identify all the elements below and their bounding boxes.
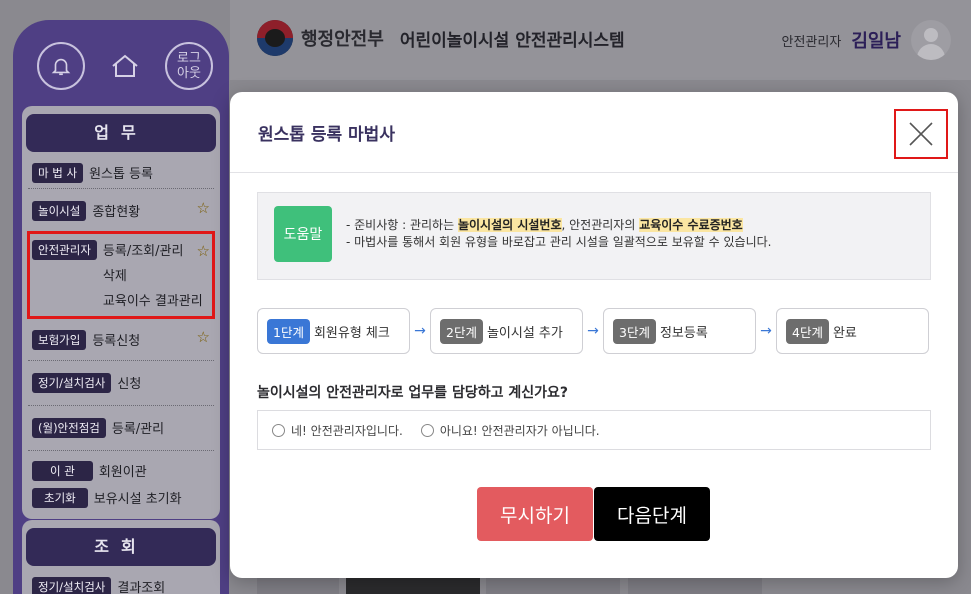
menu-tag: 정기/설치검사	[32, 577, 112, 594]
menu-link[interactable]: 삭제	[103, 265, 203, 284]
menu-item-safety-manager[interactable]: 안전관리자 등록/조회/관리 삭제 교육이수 결과관리 ☆	[27, 231, 215, 319]
help-text: - 준비사항 : 관리하는 놀이시설의 시설번호, 안전관리자의 교육이수 수료…	[346, 217, 771, 251]
view-menu: 조회 정기/설치검사 결과조회	[22, 520, 220, 594]
user-info: 안전관리자 김일남	[781, 20, 951, 60]
help-text-part: , 안전관리자의	[561, 218, 640, 232]
wizard-steps: 1단계 회원유형 체크 → 2단계 놀이시설 추가 → 3단계 정보등록 → 4…	[257, 308, 929, 354]
menu-item-reset[interactable]: 초기화 보유시설 초기화	[28, 486, 214, 513]
step-1: 1단계 회원유형 체크	[257, 308, 410, 354]
menu-link[interactable]: 회원이관	[99, 461, 147, 480]
step-3: 3단계 정보등록	[603, 308, 756, 354]
option-no[interactable]: 아니요! 안전관리자가 아닙니다.	[420, 422, 600, 439]
avatar[interactable]	[911, 20, 951, 60]
favorite-star-icon[interactable]: ☆	[197, 328, 210, 346]
help-highlight: 교육이수 수료증번호	[639, 218, 743, 232]
menu-tag: 초기화	[32, 488, 88, 508]
wizard-modal: 원스톱 등록 마법사 도움말 - 준비사항 : 관리하는 놀이시설의 시설번호,…	[230, 92, 958, 578]
work-menu: 업무 마 법 사 원스톱 등록 놀이시설 종합현황 ☆ 안전관리자 등록/조회/…	[22, 106, 220, 519]
bell-icon[interactable]	[37, 42, 85, 90]
option-yes[interactable]: 네! 안전관리자입니다.	[272, 422, 403, 439]
logout-button[interactable]: 로그 아웃	[165, 42, 213, 90]
menu-tag: 이 관	[32, 461, 93, 481]
ignore-button[interactable]: 무시하기	[477, 487, 593, 541]
system-name: 어린이놀이시설 안전관리시스템	[399, 30, 625, 51]
modal-divider	[230, 172, 958, 173]
user-role: 안전관리자	[781, 34, 842, 50]
favorite-star-icon[interactable]: ☆	[197, 242, 210, 260]
menu-tag: 안전관리자	[32, 240, 97, 260]
answer-options: 네! 안전관리자입니다. 아니요! 안전관리자가 아닙니다.	[257, 410, 931, 450]
menu-item-wizard[interactable]: 마 법 사 원스톱 등록	[28, 158, 214, 189]
help-text-part: - 준비사항 : 관리하는	[346, 218, 458, 232]
question-text: 놀이시설의 안전관리자로 업무를 담당하고 계신가요?	[257, 385, 568, 401]
menu-item-inspection[interactable]: 정기/설치검사 신청	[28, 361, 214, 406]
ministry-name: 행정안전부	[301, 29, 384, 50]
menu-item-insurance[interactable]: 보험가입 등록신청 ☆	[28, 318, 214, 361]
arrow-right-icon: →	[587, 323, 599, 339]
step-2: 2단계 놀이시설 추가	[430, 308, 583, 354]
background-card	[486, 576, 620, 594]
option-yes-label: 네! 안전관리자입니다.	[291, 423, 403, 438]
step-label: 완료	[832, 325, 857, 341]
menu-item-monthly-check[interactable]: (월)안전점검 등록/관리	[28, 406, 214, 451]
menu-link[interactable]: 보유시설 초기화	[94, 488, 182, 507]
menu-link[interactable]: 등록/관리	[112, 418, 164, 437]
menu-link[interactable]: 결과조회	[117, 577, 165, 594]
close-button[interactable]	[894, 109, 948, 159]
menu-link[interactable]: 등록신청	[92, 330, 140, 349]
arrow-right-icon: →	[414, 323, 426, 339]
background-card	[257, 576, 339, 594]
work-menu-title: 업무	[26, 114, 216, 152]
menu-link[interactable]: 종합현황	[92, 201, 140, 220]
menu-link[interactable]: 등록/조회/관리	[103, 240, 203, 259]
menu-tag: 놀이시설	[32, 201, 87, 221]
menu-item-transfer[interactable]: 이 관 회원이관	[28, 451, 214, 486]
next-step-button[interactable]: 다음단계	[594, 487, 710, 541]
sidebar: 로그 아웃 업무 마 법 사 원스톱 등록 놀이시설 종합현황 ☆ 안전관리자 …	[13, 20, 229, 594]
close-icon	[909, 122, 933, 146]
menu-item-facility[interactable]: 놀이시설 종합현황 ☆	[28, 189, 214, 232]
step-label: 정보등록	[659, 325, 708, 341]
home-icon[interactable]	[101, 42, 149, 90]
step-label: 회원유형 체크	[313, 325, 390, 341]
step-number: 3단계	[613, 318, 656, 344]
government-emblem-icon	[257, 20, 293, 56]
help-panel: 도움말 - 준비사항 : 관리하는 놀이시설의 시설번호, 안전관리자의 교육이…	[257, 192, 931, 280]
menu-link[interactable]: 신청	[117, 373, 141, 392]
menu-item-result[interactable]: 정기/설치검사 결과조회	[28, 572, 214, 594]
modal-title: 원스톱 등록 마법사	[258, 125, 395, 145]
menu-link[interactable]: 원스톱 등록	[89, 163, 153, 182]
menu-tag: 보험가입	[32, 330, 87, 350]
site-logo[interactable]: 행정안전부 어린이놀이시설 안전관리시스템	[257, 20, 625, 56]
radio-yes[interactable]	[272, 423, 285, 437]
menu-tag: 마 법 사	[32, 163, 84, 183]
step-number: 2단계	[440, 318, 483, 344]
menu-tag: (월)안전점검	[32, 418, 106, 438]
option-no-label: 아니요! 안전관리자가 아닙니다.	[439, 423, 600, 438]
help-highlight: 놀이시설의 시설번호	[457, 218, 562, 232]
step-4: 4단계 완료	[776, 308, 929, 354]
help-line-2: - 마법사를 통해서 회원 유형을 바로잡고 관리 시설을 일괄적으로 보유할 …	[346, 235, 772, 249]
help-badge: 도움말	[274, 206, 332, 262]
view-menu-title: 조회	[26, 528, 216, 566]
step-label: 놀이시설 추가	[486, 325, 563, 341]
menu-link[interactable]: 교육이수 결과관리	[103, 290, 203, 309]
menu-tag: 정기/설치검사	[32, 373, 112, 393]
background-card	[346, 576, 480, 594]
step-number: 1단계	[267, 318, 310, 344]
sidebar-top-icons: 로그 아웃	[37, 42, 213, 90]
user-name[interactable]: 김일남	[851, 27, 901, 53]
radio-no[interactable]	[420, 423, 434, 437]
favorite-star-icon[interactable]: ☆	[197, 199, 210, 217]
background-card	[628, 576, 762, 594]
arrow-right-icon: →	[760, 323, 772, 339]
step-number: 4단계	[786, 318, 829, 344]
